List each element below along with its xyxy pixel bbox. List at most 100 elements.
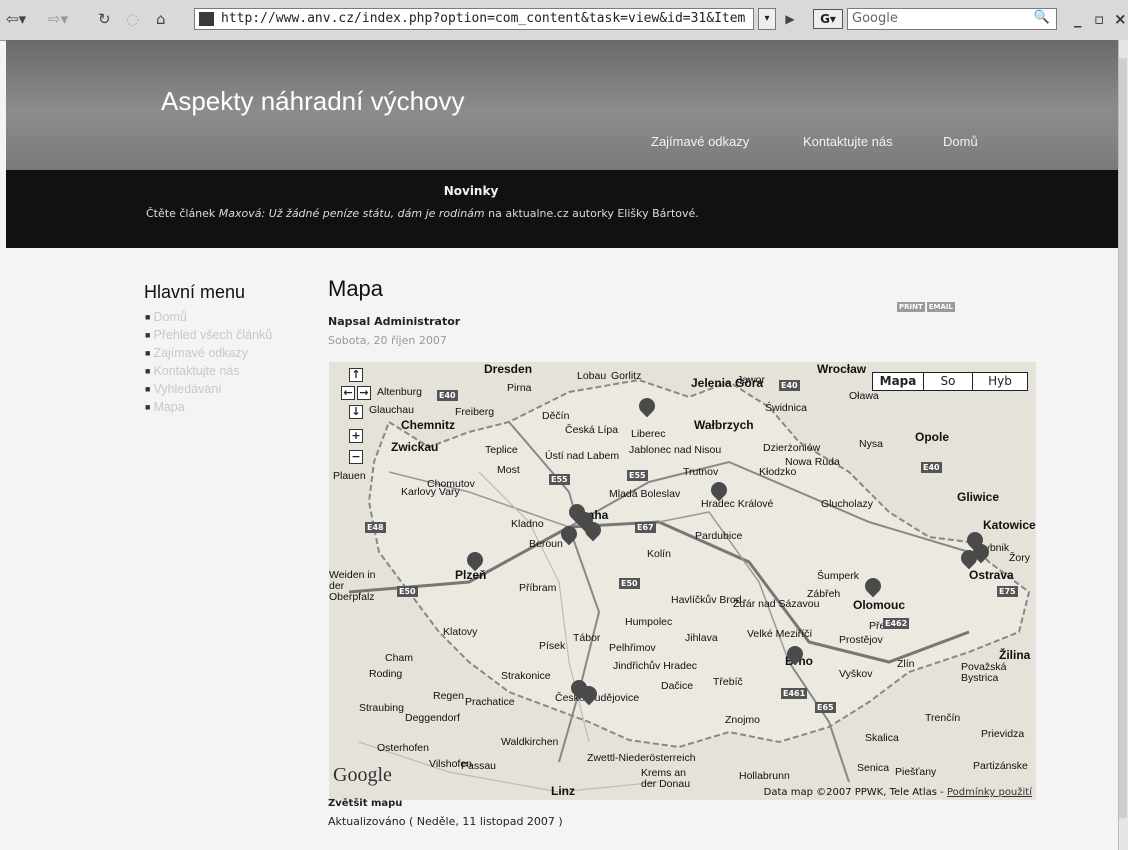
map-city-label: Chemnitz xyxy=(401,418,455,432)
page-title: Mapa xyxy=(328,276,384,301)
map-city-label: Šumperk xyxy=(817,570,860,582)
map-city-label: Plauen xyxy=(333,470,366,482)
map-city-label: Karlovy Vary xyxy=(401,486,460,498)
map-city-label: Dačice xyxy=(661,680,694,692)
restore-icon[interactable]: ▫ xyxy=(1094,10,1104,28)
map-city-label: Altenburg xyxy=(377,386,422,398)
home-icon[interactable]: ⌂ xyxy=(156,9,166,29)
print-button[interactable]: PRINT xyxy=(897,302,925,312)
enlarge-map-link[interactable]: Zvětšit mapu xyxy=(328,798,402,809)
news-text-before: Čtěte článek xyxy=(146,207,219,220)
map-city-label: Linz xyxy=(551,784,575,798)
nav-link-odkazy[interactable]: Zajímavé odkazy xyxy=(651,134,749,149)
map-city-label: Deggendorf xyxy=(405,712,460,724)
reload-icon[interactable]: ↻ xyxy=(98,9,111,29)
news-article-title[interactable]: Maxová: Už žádné peníze státu, dám je ro… xyxy=(219,207,485,220)
close-icon[interactable]: × xyxy=(1114,10,1127,28)
zoom-out-icon[interactable]: − xyxy=(349,450,363,464)
map-city-label: Havlíčkův Brod xyxy=(671,594,742,606)
address-bar[interactable]: http://www.anv.cz/index.php?option=com_c… xyxy=(194,8,754,30)
news-text: Čtěte článek Maxová: Už žádné peníze stá… xyxy=(146,207,699,220)
pan-up-icon[interactable]: ↑ xyxy=(349,368,363,382)
menu-item-kontakt[interactable]: ■ Kontaktujte nás xyxy=(145,362,272,380)
map-city-label: Waldkirchen xyxy=(501,736,559,748)
map-city-label: Cham xyxy=(385,652,414,664)
road-shield: E55 xyxy=(627,470,648,481)
search-engine-selector[interactable]: G▾ xyxy=(813,9,843,29)
road-shield: E40 xyxy=(437,390,458,401)
search-icon[interactable]: 🔍 xyxy=(1030,10,1054,28)
minimize-icon[interactable]: _ xyxy=(1074,10,1082,28)
terms-link[interactable]: Podmínky použití xyxy=(947,787,1032,798)
map-city-label: Piešťany xyxy=(895,766,937,778)
article-updated: Aktualizováno ( Neděle, 11 listopad 2007… xyxy=(328,815,563,828)
zoom-in-icon[interactable]: + xyxy=(349,429,363,443)
map-city-label: Straubing xyxy=(359,702,404,714)
map-city-label: Strakonice xyxy=(501,670,551,682)
map-credit: Data map ©2007 PPWK, Tele Atlas - Podmín… xyxy=(763,787,1032,798)
map-city-label: Zwickau xyxy=(391,440,439,454)
map-city-label: Gorlitz xyxy=(611,370,642,382)
map-type-mapa[interactable]: Mapa xyxy=(872,372,924,391)
map-city-label: Prachatice xyxy=(465,696,515,708)
map-city-label: Kłodzko xyxy=(759,466,797,478)
map-city-label: Velké Meziříčí xyxy=(747,628,813,640)
road-shield: E50 xyxy=(619,578,640,589)
history-dropdown-icon[interactable]: ▾ xyxy=(758,8,776,30)
map-city-label: Wrocław xyxy=(817,362,867,376)
road-shield: E67 xyxy=(635,522,656,533)
menu-item-odkazy[interactable]: ■ Zajímavé odkazy xyxy=(145,344,272,362)
pan-left-icon[interactable]: ← xyxy=(341,386,355,400)
pan-right-icon[interactable]: → xyxy=(357,386,371,400)
map-city-label: Považská Bystrica xyxy=(961,661,1007,684)
map-city-label: Žory xyxy=(1009,552,1030,564)
pan-down-icon[interactable]: ↓ xyxy=(349,405,363,419)
map-city-label: Žilina xyxy=(999,648,1031,662)
menu-item-prehled[interactable]: ■ Přehled všech článků xyxy=(145,326,272,344)
map-city-label: Gliwice xyxy=(957,490,1000,504)
map-city-label: Příbram xyxy=(519,582,557,594)
road-shield: E40 xyxy=(779,380,800,391)
menu-item-vyhledavani[interactable]: ■ Vyhledávání xyxy=(145,380,272,398)
map-type-satellite[interactable]: So xyxy=(923,372,973,391)
menu-item-domu[interactable]: ■ Domů xyxy=(145,308,272,326)
map-city-label: Pelhřimov xyxy=(609,642,656,654)
news-text-middle: na aktualne.cz autorky Elišky Bártové. xyxy=(484,207,699,220)
nav-link-kontakt[interactable]: Kontaktujte nás xyxy=(803,134,893,149)
menu-item-mapa[interactable]: ■ Mapa xyxy=(145,398,272,416)
map-city-label: Nysa xyxy=(859,438,883,450)
nav-link-domu[interactable]: Domů xyxy=(943,134,978,149)
map-city-label: Glucholazy xyxy=(821,498,873,510)
forward-icon[interactable]: ⇨▾ xyxy=(48,9,68,29)
map-city-label: Jawor xyxy=(737,374,766,386)
favicon-icon xyxy=(199,12,214,26)
scrollbar-thumb[interactable] xyxy=(1119,58,1127,818)
map-city-label: Mladá Boleslav xyxy=(609,488,681,500)
map-view[interactable]: Mapa So Hyb ↑ ← → ↓ + − Dresden Chemnitz… xyxy=(329,362,1036,800)
map-city-label: Plzeň xyxy=(455,568,487,582)
map-city-label: Ostrava xyxy=(969,568,1014,582)
map-city-label: Jihlava xyxy=(685,632,718,644)
map-city-label: Most xyxy=(497,464,520,476)
main-menu: ■ Domů ■ Přehled všech článků ■ Zajímavé od… xyxy=(145,308,272,416)
map-city-label: Ústí nad Labem xyxy=(545,450,620,462)
road-shield: E48 xyxy=(365,522,386,533)
search-input[interactable]: Google xyxy=(847,8,1057,30)
back-icon[interactable]: ⇦▾ xyxy=(6,9,26,29)
stop-icon[interactable]: ◌ xyxy=(126,9,139,29)
go-icon[interactable]: ▶ xyxy=(780,8,800,30)
article-author: Napsal Administrator xyxy=(328,315,461,328)
email-button[interactable]: EMAIL xyxy=(926,302,955,312)
site-title[interactable]: Aspekty náhradní výchovy xyxy=(161,86,465,117)
map-city-label: Partizánske xyxy=(973,760,1028,772)
map-city-label: Beroun xyxy=(529,538,563,550)
road-shield: E55 xyxy=(549,474,570,485)
map-city-label: Liberec xyxy=(631,428,666,440)
map-city-label: Weiden in der Oberpfalz xyxy=(329,569,376,603)
map-type-hybrid[interactable]: Hyb xyxy=(972,372,1028,391)
map-city-label: Zlín xyxy=(897,658,915,670)
news-title: Novinky xyxy=(443,184,499,198)
url-text: http://www.anv.cz/index.php?option=com_c… xyxy=(221,11,746,26)
map-city-label: Jablonec nad Nisou xyxy=(629,444,722,456)
map-city-label: Skalica xyxy=(865,732,899,744)
